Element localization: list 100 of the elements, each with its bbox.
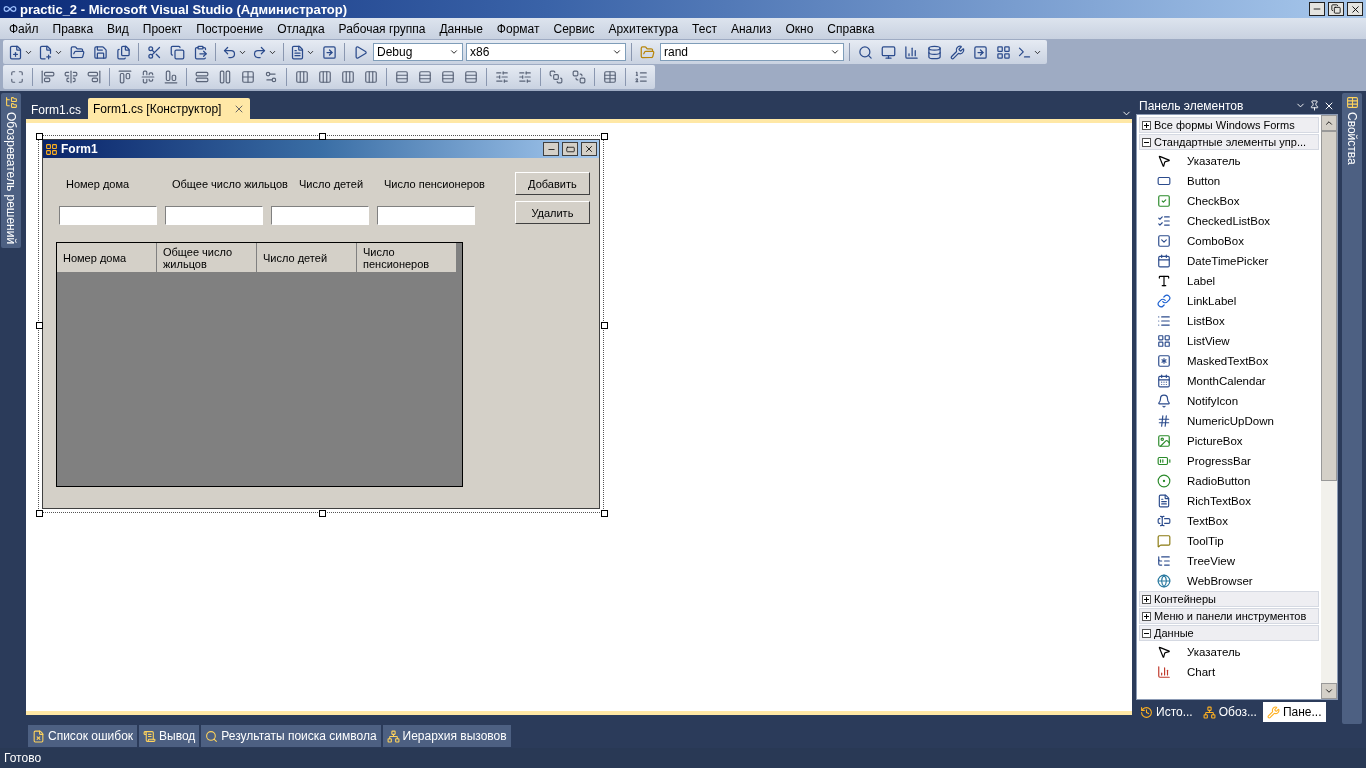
- document-tab[interactable]: Form1.cs [Конструктор]: [88, 98, 251, 119]
- resize-handle[interactable]: [601, 133, 608, 140]
- input-field[interactable]: [377, 206, 475, 225]
- toolbox-item[interactable]: ProgressBar: [1139, 451, 1319, 471]
- scroll-thumb[interactable]: [1321, 131, 1337, 481]
- search-dropdown[interactable]: rand: [660, 43, 844, 61]
- toolbox-item[interactable]: ListBox: [1139, 311, 1319, 331]
- toolbox-group[interactable]: Данные: [1139, 625, 1319, 641]
- open-folder-icon: [69, 44, 85, 60]
- tools-icon: [1266, 705, 1280, 719]
- minimize-button[interactable]: [543, 142, 559, 156]
- form-button[interactable]: Добавить: [514, 172, 590, 195]
- toolbox-item[interactable]: Label: [1139, 271, 1319, 291]
- menu-item[interactable]: Архитектура: [601, 21, 686, 36]
- scissors-icon: [146, 44, 162, 60]
- maximize-button[interactable]: [562, 142, 578, 156]
- search-icon: [857, 44, 873, 60]
- toolbox-item[interactable]: RichTextBox: [1139, 491, 1319, 511]
- menu-item[interactable]: Справка: [820, 21, 882, 36]
- toolbox-item[interactable]: PictureBox: [1139, 431, 1319, 451]
- bell-icon: [1157, 394, 1171, 408]
- toolbox-item[interactable]: CheckBox: [1139, 191, 1319, 211]
- add-file-icon: [38, 44, 53, 60]
- menu-item[interactable]: Отладка: [270, 21, 332, 36]
- panel-tab[interactable]: Исто...: [1136, 702, 1197, 722]
- menu-item[interactable]: Формат: [489, 21, 547, 36]
- minimize-button[interactable]: [1309, 2, 1325, 16]
- menu-item[interactable]: Данные: [432, 21, 490, 36]
- restore-button[interactable]: [1328, 2, 1344, 16]
- toolbox-item[interactable]: MonthCalendar: [1139, 371, 1319, 391]
- menu-item[interactable]: Правка: [45, 21, 101, 36]
- resize-handle[interactable]: [319, 510, 326, 517]
- menu-item[interactable]: Проект: [135, 21, 190, 36]
- properties-tab[interactable]: Свойства: [1342, 93, 1362, 724]
- field-label: Номер дома: [66, 178, 131, 190]
- toolbox-item[interactable]: Указатель: [1139, 642, 1319, 662]
- close-button[interactable]: [581, 142, 597, 156]
- toolbox-item[interactable]: MaskedTextBox: [1139, 351, 1319, 371]
- close-button[interactable]: [1347, 2, 1363, 16]
- column-header[interactable]: Общее число жильцов: [157, 243, 257, 273]
- resize-handle[interactable]: [319, 133, 326, 140]
- resize-handle[interactable]: [36, 133, 43, 140]
- column-header[interactable]: Номер дома: [57, 243, 157, 273]
- toolbox-group[interactable]: Контейнеры: [1139, 591, 1319, 607]
- resize-handle[interactable]: [601, 322, 608, 329]
- resize-handle[interactable]: [601, 510, 608, 517]
- grid-icon: [603, 70, 617, 84]
- resize-handle[interactable]: [36, 510, 43, 517]
- input-field[interactable]: [165, 206, 263, 225]
- configuration-dropdown[interactable]: Debug: [373, 43, 463, 61]
- toolbox-item[interactable]: LinkLabel: [1139, 291, 1319, 311]
- toolbox-item[interactable]: RadioButton: [1139, 471, 1319, 491]
- input-field[interactable]: [271, 206, 369, 225]
- restore-icon: [1331, 4, 1341, 14]
- platform-dropdown[interactable]: x86: [466, 43, 626, 61]
- toolbox-group[interactable]: Все формы Windows Forms: [1139, 117, 1319, 133]
- menu-item[interactable]: Файл: [2, 21, 46, 36]
- toolbox-item[interactable]: Chart: [1139, 662, 1319, 682]
- toolbox-item[interactable]: Button: [1139, 171, 1319, 191]
- toolbox-item[interactable]: CheckedListBox: [1139, 211, 1319, 231]
- menu-item[interactable]: Построение: [189, 21, 271, 36]
- expand-icon[interactable]: [1142, 594, 1151, 604]
- save-all-icon: [115, 44, 131, 60]
- menu-item[interactable]: Анализ: [723, 21, 779, 36]
- resize-handle[interactable]: [36, 322, 43, 329]
- menu-item[interactable]: Окно: [778, 21, 821, 36]
- menu-item[interactable]: Рабочая группа: [331, 21, 433, 36]
- toolbox-group[interactable]: Стандартные элементы упр...: [1139, 134, 1319, 150]
- toolbox-item[interactable]: NumericUpDown: [1139, 411, 1319, 431]
- toolbox-item[interactable]: ListView: [1139, 331, 1319, 351]
- panel-tab[interactable]: Обоз...: [1198, 702, 1261, 722]
- tool-window-tab[interactable]: Иерархия вызовов: [382, 725, 511, 747]
- menu-item[interactable]: Тест: [685, 21, 724, 36]
- toolbox-item[interactable]: ComboBox: [1139, 231, 1319, 251]
- collapse-icon[interactable]: [1142, 628, 1151, 638]
- expand-icon[interactable]: [1142, 120, 1151, 130]
- tool-window-tab[interactable]: Список ошибок: [28, 725, 138, 747]
- form-button[interactable]: Удалить: [514, 201, 590, 224]
- solution-explorer-tab[interactable]: Обозреватель решений: [1, 93, 21, 249]
- caret-icon: [449, 47, 459, 57]
- toolbox-item[interactable]: WebBrowser: [1139, 571, 1319, 591]
- column-header[interactable]: Число пенсионеров: [357, 243, 457, 273]
- expand-icon[interactable]: [1142, 611, 1151, 621]
- toolbox-item[interactable]: TreeView: [1139, 551, 1319, 571]
- input-field[interactable]: [59, 206, 157, 225]
- toolbox-item[interactable]: TextBox: [1139, 511, 1319, 531]
- column-header[interactable]: Число детей: [257, 243, 357, 273]
- form-icon: [45, 142, 58, 156]
- tool-window-tab[interactable]: Результаты поиска символа: [201, 725, 381, 747]
- toolbox-item[interactable]: ToolTip: [1139, 531, 1319, 551]
- toolbox-group[interactable]: Меню и панели инструментов: [1139, 608, 1319, 624]
- document-tab[interactable]: Form1.cs: [26, 100, 86, 119]
- panel-tab[interactable]: Пане...: [1262, 702, 1326, 722]
- tool-window-tab[interactable]: Вывод: [139, 725, 200, 747]
- toolbox-item[interactable]: NotifyIcon: [1139, 391, 1319, 411]
- toolbox-item[interactable]: Указатель: [1139, 151, 1319, 171]
- menu-item[interactable]: Вид: [100, 21, 136, 36]
- collapse-icon[interactable]: [1142, 137, 1151, 147]
- menu-item[interactable]: Сервис: [546, 21, 602, 36]
- toolbox-item[interactable]: DateTimePicker: [1139, 251, 1319, 271]
